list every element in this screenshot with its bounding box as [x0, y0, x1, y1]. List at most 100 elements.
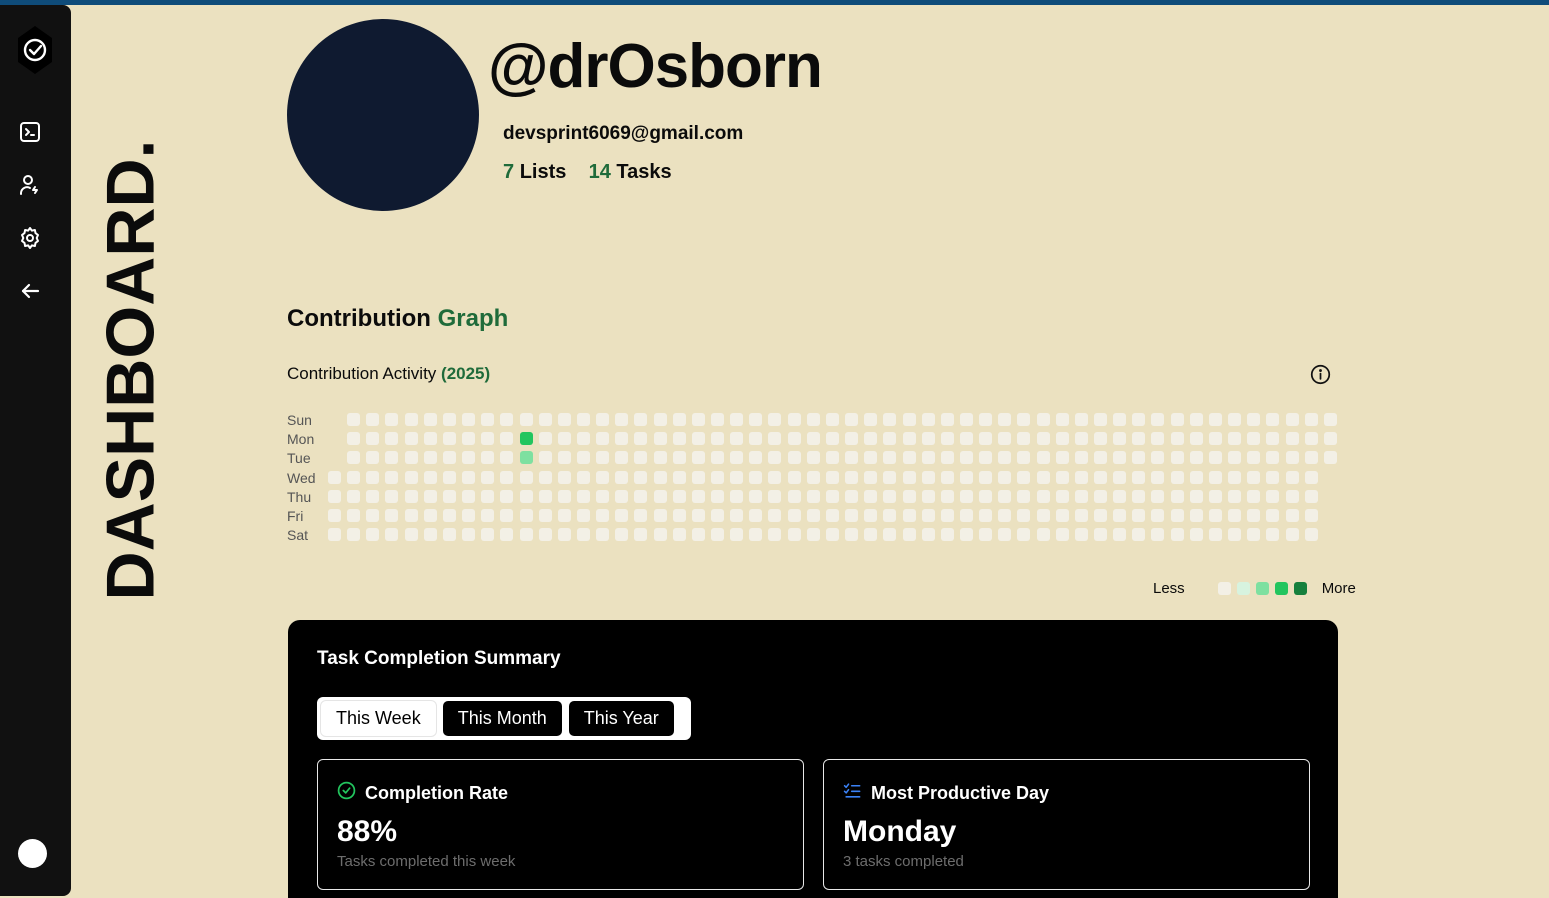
contribution-cell[interactable]	[768, 413, 782, 426]
contribution-cell[interactable]	[979, 413, 993, 426]
contribution-cell[interactable]	[806, 413, 820, 426]
contribution-cell[interactable]	[462, 528, 476, 542]
contribution-cell[interactable]	[653, 413, 667, 426]
contribution-cell[interactable]	[1094, 413, 1107, 426]
contribution-cell[interactable]	[691, 451, 705, 465]
contribution-cell[interactable]	[1113, 489, 1127, 503]
contribution-cell[interactable]	[1208, 489, 1222, 503]
contribution-cell[interactable]	[538, 413, 552, 426]
contribution-cell[interactable]	[979, 432, 993, 446]
contribution-cell[interactable]	[615, 509, 629, 522]
contribution-cell[interactable]	[730, 470, 744, 484]
contribution-cell[interactable]	[1055, 470, 1069, 484]
contribution-cell[interactable]	[864, 432, 878, 446]
contribution-cell[interactable]	[1189, 528, 1203, 542]
contribution-cell[interactable]	[998, 470, 1012, 484]
contribution-cell[interactable]	[768, 528, 782, 542]
contribution-cell[interactable]	[1094, 528, 1107, 542]
contribution-cell[interactable]	[576, 432, 590, 446]
contribution-cell[interactable]	[519, 432, 533, 446]
contribution-cell[interactable]	[328, 489, 341, 503]
contribution-cell[interactable]	[404, 470, 418, 484]
contribution-cell[interactable]	[385, 432, 399, 446]
contribution-cell[interactable]	[576, 489, 590, 503]
contribution-cell[interactable]	[576, 528, 590, 542]
contribution-cell[interactable]	[1094, 489, 1107, 503]
contribution-cell[interactable]	[1266, 528, 1280, 542]
contribution-cell[interactable]	[1228, 432, 1242, 446]
contribution-cell[interactable]	[959, 413, 973, 426]
contribution-cell[interactable]	[1017, 470, 1031, 484]
contribution-cell[interactable]	[1151, 489, 1165, 503]
contribution-cell[interactable]	[730, 432, 744, 446]
contribution-cell[interactable]	[845, 413, 859, 426]
contribution-cell[interactable]	[806, 489, 820, 503]
contribution-cell[interactable]	[557, 470, 571, 484]
contribution-cell[interactable]	[1266, 451, 1280, 465]
contribution-cell[interactable]	[691, 489, 705, 503]
contribution-cell[interactable]	[366, 509, 380, 522]
check-badge-icon[interactable]	[16, 25, 54, 75]
contribution-cell[interactable]	[998, 432, 1012, 446]
contribution-cell[interactable]	[1074, 451, 1088, 465]
contribution-cell[interactable]	[634, 489, 648, 503]
contribution-cell[interactable]	[1170, 489, 1184, 503]
user-cog-icon[interactable]	[18, 173, 42, 197]
contribution-cell[interactable]	[1228, 451, 1242, 465]
contribution-cell[interactable]	[634, 451, 648, 465]
contribution-cell[interactable]	[1323, 451, 1337, 465]
contribution-cell[interactable]	[1208, 509, 1222, 522]
contribution-cell[interactable]	[691, 470, 705, 484]
contribution-cell[interactable]	[634, 470, 648, 484]
contribution-cell[interactable]	[481, 432, 495, 446]
contribution-cell[interactable]	[615, 489, 629, 503]
contribution-cell[interactable]	[1132, 509, 1146, 522]
contribution-cell[interactable]	[749, 432, 763, 446]
contribution-cell[interactable]	[940, 509, 954, 522]
contribution-cell[interactable]	[500, 470, 514, 484]
contribution-cell[interactable]	[576, 470, 590, 484]
contribution-cell[interactable]	[921, 489, 935, 503]
contribution-cell[interactable]	[806, 470, 820, 484]
contribution-cell[interactable]	[1036, 451, 1050, 465]
contribution-cell[interactable]	[787, 509, 801, 522]
contribution-cell[interactable]	[1036, 528, 1050, 542]
contribution-cell[interactable]	[1285, 451, 1299, 465]
contribution-cell[interactable]	[998, 509, 1012, 522]
info-icon[interactable]	[1310, 364, 1331, 385]
contribution-cell[interactable]	[634, 528, 648, 542]
contribution-cell[interactable]	[1170, 432, 1184, 446]
contribution-cell[interactable]	[1113, 509, 1127, 522]
contribution-cell[interactable]	[1055, 432, 1069, 446]
contribution-cell[interactable]	[1228, 470, 1242, 484]
contribution-cell[interactable]	[347, 432, 361, 446]
contribution-cell[interactable]	[864, 509, 878, 522]
contribution-cell[interactable]	[711, 451, 724, 465]
contribution-cell[interactable]	[806, 432, 820, 446]
contribution-cell[interactable]	[404, 432, 418, 446]
contribution-cell[interactable]	[1151, 432, 1165, 446]
contribution-cell[interactable]	[825, 451, 839, 465]
contribution-cell[interactable]	[1055, 528, 1069, 542]
contribution-cell[interactable]	[1151, 528, 1165, 542]
contribution-cell[interactable]	[730, 451, 744, 465]
contribution-cell[interactable]	[538, 509, 552, 522]
contribution-cell[interactable]	[442, 489, 456, 503]
contribution-cell[interactable]	[1074, 528, 1088, 542]
terminal-icon[interactable]	[18, 120, 42, 144]
contribution-cell[interactable]	[883, 489, 897, 503]
contribution-cell[interactable]	[596, 528, 610, 542]
contribution-cell[interactable]	[730, 489, 744, 503]
contribution-cell[interactable]	[787, 432, 801, 446]
contribution-cell[interactable]	[1228, 413, 1242, 426]
contribution-cell[interactable]	[653, 509, 667, 522]
contribution-cell[interactable]	[1113, 413, 1127, 426]
contribution-cell[interactable]	[825, 489, 839, 503]
contribution-cell[interactable]	[576, 451, 590, 465]
contribution-cell[interactable]	[883, 528, 897, 542]
contribution-cell[interactable]	[1247, 451, 1261, 465]
contribution-cell[interactable]	[423, 470, 437, 484]
contribution-cell[interactable]	[749, 470, 763, 484]
contribution-cell[interactable]	[1208, 451, 1222, 465]
contribution-cell[interactable]	[1304, 432, 1318, 446]
